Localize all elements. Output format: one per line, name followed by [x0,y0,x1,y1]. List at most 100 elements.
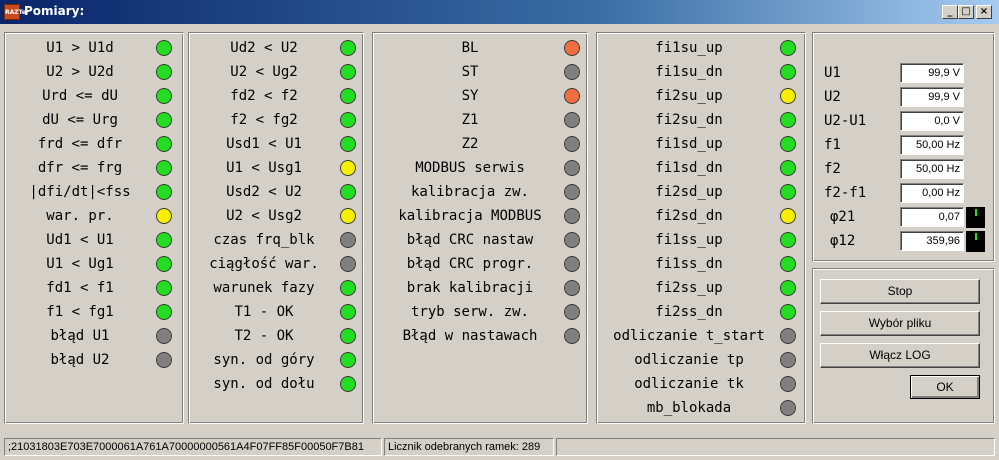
measurement-label: f1 [824,137,841,153]
status-label: dfr <= frg [37,160,123,176]
status-label: czas frq_blk [213,232,315,248]
status-led-grey [564,232,580,248]
status-label: U1 < Usg1 [226,160,302,176]
status-label: błąd CRC progr. [406,256,534,272]
measurement-value: 0,07 [900,207,964,227]
measurement-label: U2-U1 [824,113,867,129]
phase-indicator [966,231,985,252]
app-icon: RAZTel [4,4,28,20]
status-led-grey [156,328,172,344]
measurement-value: 50,00 Hz [900,135,964,155]
status-label: Ud1 < U1 [46,232,114,248]
status-led-green [780,160,796,176]
status-led-yellow [780,88,796,104]
status-label: fi1ss_up [655,232,723,248]
status-led-green [780,40,796,56]
enable-log-button[interactable]: Włącz LOG [820,343,980,368]
status-label: fi2sd_dn [655,208,723,224]
measurement-value: 99,9 V [900,63,964,83]
status-label: błąd U1 [50,328,110,344]
status-led-grey [340,256,356,272]
status-label: U1 > U1d [46,40,114,56]
status-led-green [780,64,796,80]
status-led-green [780,136,796,152]
stop-button[interactable]: Stop [820,279,980,304]
measurement-value: 50,00 Hz [900,159,964,179]
status-led-orange [564,88,580,104]
status-led-green [156,112,172,128]
status-label: odliczanie tk [634,376,744,392]
status-led-green [780,256,796,272]
measurement-label: f2 [824,161,841,177]
status-led-green [156,40,172,56]
status-label: fi1su_up [655,40,723,56]
minimize-button[interactable]: _ [942,5,958,19]
status-led-green [340,40,356,56]
status-label: fi1sd_dn [655,160,723,176]
status-label: frd <= dfr [37,136,123,152]
status-led-grey [564,112,580,128]
status-led-green [156,160,172,176]
status-label: odliczanie tp [634,352,744,368]
status-led-green [340,328,356,344]
status-label: Błąd w nastawach [402,328,538,344]
status-label: odliczanie t_start [613,328,765,344]
status-led-green [340,352,356,368]
status-led-green [340,376,356,392]
status-led-green [340,304,356,320]
status-led-yellow [780,208,796,224]
status-label: fi2sd_up [655,184,723,200]
status-led-green [340,136,356,152]
status-led-yellow [156,208,172,224]
status-led-green [780,112,796,128]
status-led-green [340,88,356,104]
status-led-green [156,184,172,200]
status-led-green [156,136,172,152]
status-led-green [156,64,172,80]
status-label: U2 > U2d [46,64,114,80]
maximize-button[interactable]: □ [958,5,974,19]
status-frame-data: ;21031803E703E7000061A761A70000000561A4F… [4,438,382,456]
status-led-grey [564,256,580,272]
status-label: |dfi/dt|<fss [29,184,131,200]
status-led-yellow [340,208,356,224]
status-label: U1 < Ug1 [46,256,114,272]
status-label: MODBUS serwis [415,160,525,176]
measurement-label: U1 [824,65,841,81]
status-label: Urd <= dU [42,88,118,104]
status-label: f1 < fg1 [46,304,114,320]
measurement-value: 99,9 V [900,87,964,107]
phase-marker [975,209,977,216]
status-label: SY [461,88,479,104]
status-led-green [156,88,172,104]
status-label: fi1su_dn [655,64,723,80]
status-led-green [340,112,356,128]
measurement-label: φ21 [830,209,856,225]
status-led-green [780,232,796,248]
status-label: kalibracja MODBUS [398,208,542,224]
status-label: fd2 < f2 [230,88,298,104]
status-led-grey [564,304,580,320]
status-label: BL [461,40,479,56]
status-led-grey [564,208,580,224]
status-label: błąd CRC nastaw [406,232,534,248]
status-led-green [780,304,796,320]
status-frame-counter: Licznik odebranych ramek: 289 [384,438,554,456]
status-led-green [340,280,356,296]
status-label: ciągłość war. [209,256,319,272]
window-title: Pomiary: [24,4,85,18]
measurement-value: 359,96 [900,231,964,251]
status-label: tryb serw. zw. [410,304,529,320]
select-file-button[interactable]: Wybór pliku [820,311,980,336]
status-label: syn. od dołu [213,376,315,392]
status-label: fi2ss_up [655,280,723,296]
title-bar[interactable]: RAZTel Pomiary: _ □ × [0,0,999,24]
status-led-grey [156,352,172,368]
phase-marker [975,233,977,240]
status-label: Ud2 < U2 [230,40,298,56]
status-led-green [156,256,172,272]
close-button[interactable]: × [976,5,992,19]
ok-button[interactable]: OK [910,375,980,399]
status-label: mb_blokada [646,400,732,416]
status-led-grey [780,328,796,344]
